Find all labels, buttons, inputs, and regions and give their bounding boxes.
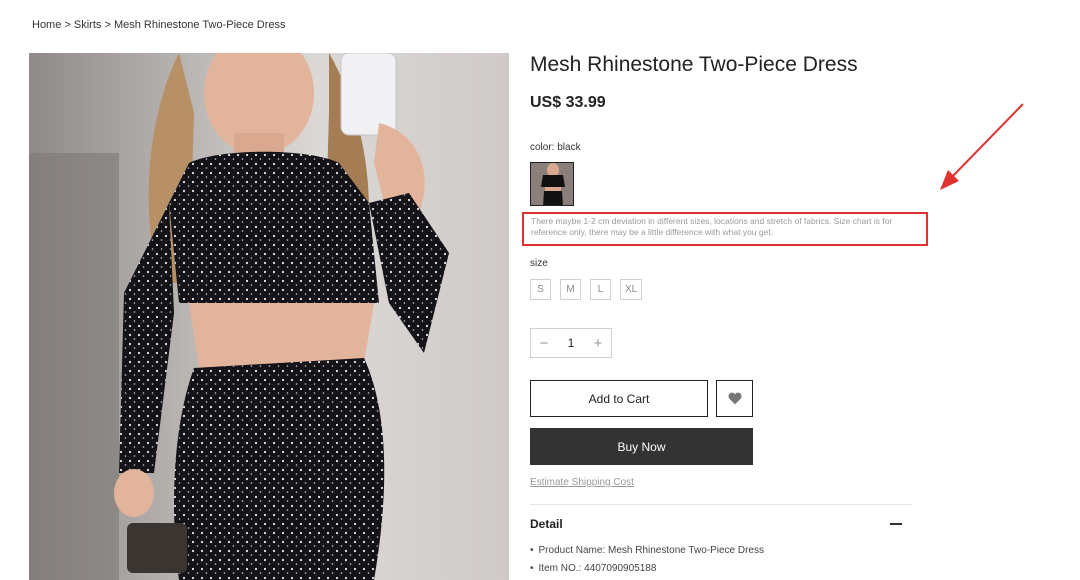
quantity-increase-button[interactable]: + [591,335,605,352]
detail-item-label: Product Name: [538,545,608,556]
size-option-m[interactable]: M [560,279,581,300]
size-deviation-notice: There maybe 1-2 cm deviation in differen… [522,212,928,246]
detail-item-value: Mesh Rhinestone Two-Piece Dress [608,545,764,556]
product-price: US$ 33.99 [530,94,606,111]
size-option-xl[interactable]: XL [620,279,643,300]
size-option-l[interactable]: L [590,279,611,300]
wishlist-button[interactable] [716,380,753,417]
breadcrumb-skirts[interactable]: Skirts [74,19,102,31]
detail-heading: Detail [530,517,563,531]
detail-list: Product Name: Mesh Rhinestone Two-Piece … [530,544,764,580]
quantity-decrease-button[interactable]: − [537,335,551,352]
divider [530,504,912,505]
breadcrumb-separator: > [61,19,74,31]
buy-now-button[interactable]: Buy Now [530,428,753,465]
quantity-stepper: − 1 + [530,328,612,358]
product-image[interactable] [29,53,509,580]
breadcrumb-home[interactable]: Home [32,19,61,31]
detail-item-value: 4407090905188 [584,563,657,574]
add-to-cart-button[interactable]: Add to Cart [530,380,708,417]
detail-item: Item NO.: 4407090905188 [530,562,764,580]
size-label: size [530,258,548,269]
size-options: S M L XL [530,279,643,300]
breadcrumb-current: Mesh Rhinestone Two-Piece Dress [113,19,286,31]
breadcrumb: Home > Skirts > Mesh Rhinestone Two-Piec… [32,19,286,31]
heart-icon [728,392,741,405]
estimate-shipping-link[interactable]: Estimate Shipping Cost [530,477,634,488]
detail-item: Product Name: Mesh Rhinestone Two-Piece … [530,544,764,562]
color-swatch-black[interactable] [530,162,574,206]
product-title: Mesh Rhinestone Two-Piece Dress [530,53,858,76]
detail-item-label: Item NO.: [538,563,585,574]
quantity-value[interactable]: 1 [568,336,575,350]
color-label: color: black [530,142,581,153]
size-option-s[interactable]: S [530,279,551,300]
collapse-icon[interactable] [886,516,906,532]
breadcrumb-separator: > [101,19,114,31]
red-arrow-icon [940,103,1024,190]
